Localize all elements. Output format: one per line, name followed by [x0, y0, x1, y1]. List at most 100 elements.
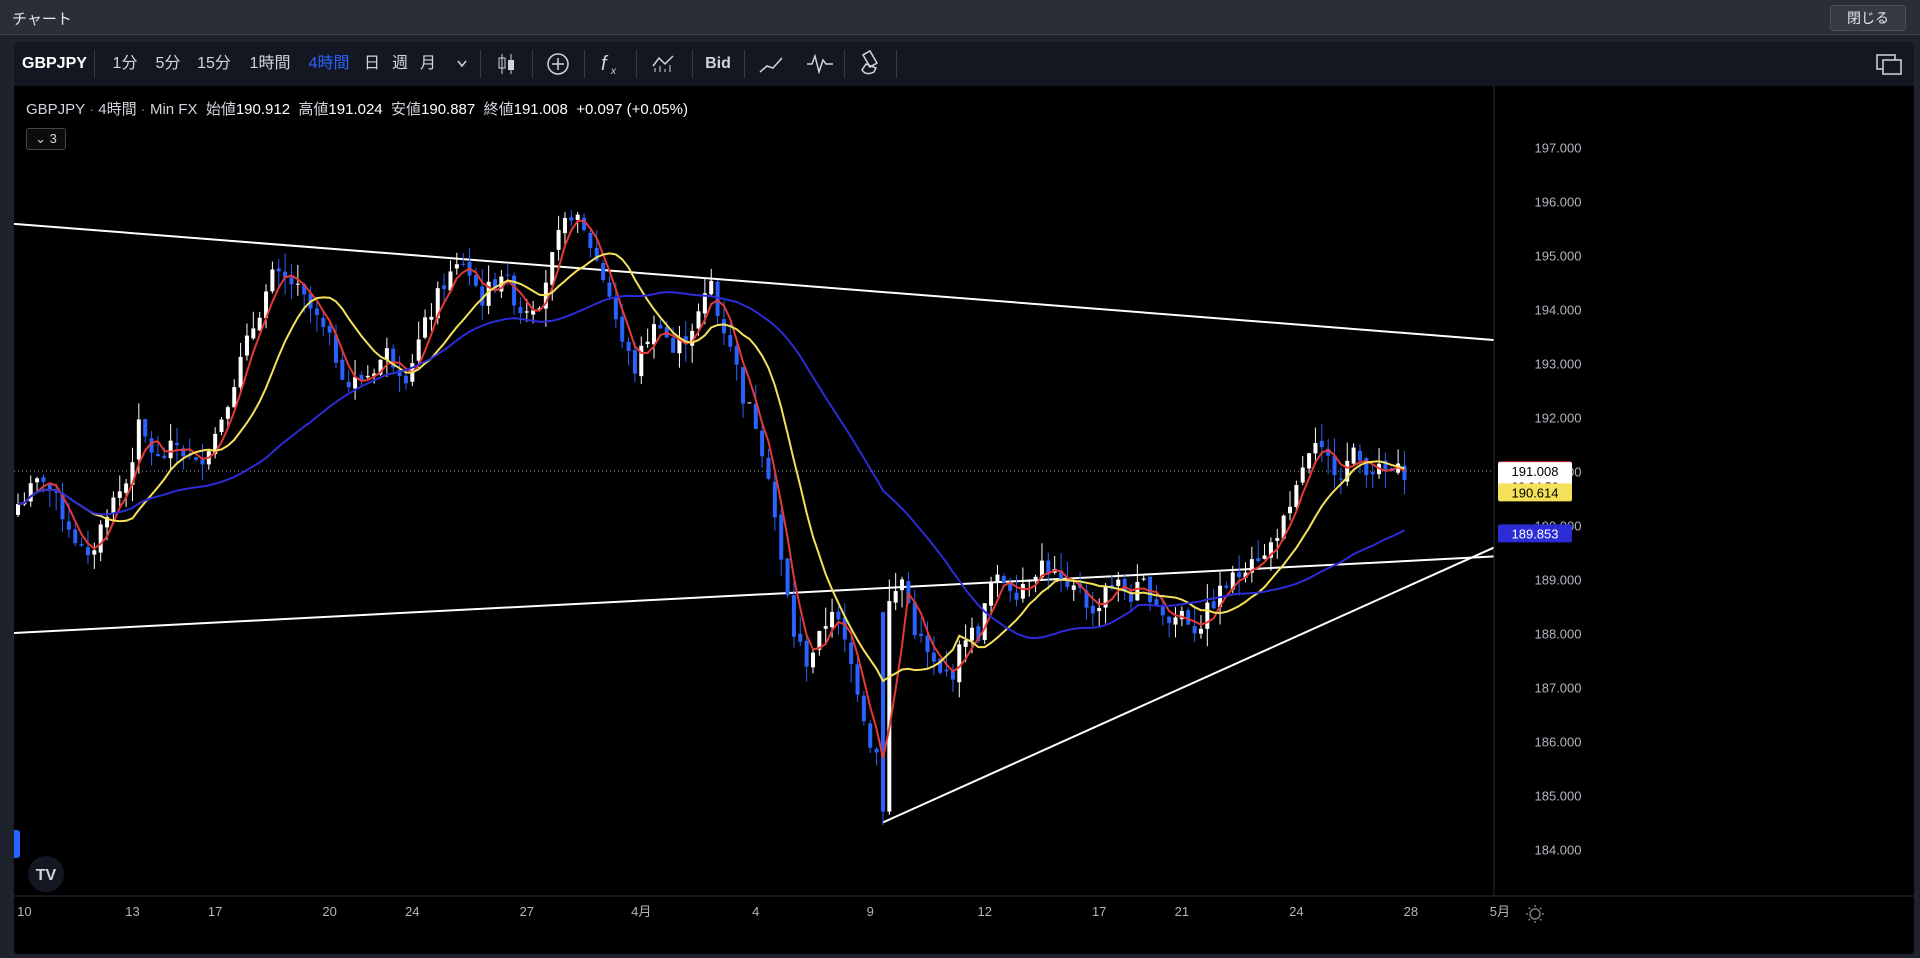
candle-body	[85, 547, 90, 556]
candle-body	[1090, 605, 1095, 614]
candle-body	[403, 375, 408, 384]
indicator-collapse-button[interactable]: ⌄ 3	[26, 128, 66, 150]
open-value: 190.912	[235, 101, 291, 118]
candle-body	[893, 591, 898, 603]
x-tick-label: 4	[752, 904, 759, 919]
candle-body	[601, 263, 606, 280]
candle-body	[1211, 601, 1216, 609]
candle-body	[1256, 558, 1261, 562]
low-value: 190.887	[421, 101, 476, 118]
candle-body	[79, 544, 84, 546]
bid-button[interactable]: Bid	[702, 42, 734, 86]
wave-icon[interactable]	[804, 42, 836, 86]
toolbar-divider	[94, 50, 95, 78]
toolbar-divider	[532, 50, 533, 78]
candle	[880, 611, 885, 826]
candle-body	[804, 640, 809, 667]
x-tick-label: 28	[1404, 904, 1418, 919]
candles-icon[interactable]	[490, 42, 522, 86]
interval-4h[interactable]: 4時間	[304, 42, 354, 86]
interval-15m[interactable]: 15分	[194, 42, 234, 86]
candle-body	[963, 640, 968, 647]
candle	[747, 402, 752, 404]
chart-frame: GBPJPY 1分 5分 15分 1時間 4時間 日 週 月 fx Bid 19…	[14, 42, 1914, 954]
candle-body	[92, 550, 97, 555]
toolbar-divider	[896, 50, 897, 78]
candle-body	[728, 335, 733, 347]
candle-body	[772, 481, 777, 518]
candle-body	[124, 483, 129, 493]
toolbar-divider	[480, 50, 481, 78]
chevron-down-icon[interactable]	[454, 42, 470, 86]
candle-body	[73, 529, 78, 544]
symbol-button[interactable]: GBPJPY	[22, 42, 87, 86]
candle-body	[175, 443, 179, 446]
bar-style-icon[interactable]	[648, 42, 680, 86]
candle-body	[295, 283, 300, 285]
interval-1m[interactable]: 1分	[110, 42, 140, 86]
interval-month[interactable]: 月	[418, 42, 438, 86]
x-tick-label: 9	[867, 904, 874, 919]
layout-icon[interactable]	[1872, 42, 1906, 86]
high-label: 高値	[298, 101, 329, 118]
x-tick-label: 21	[1175, 904, 1189, 919]
logo-mark: TV	[36, 867, 57, 884]
close-button[interactable]: 閉じる	[1830, 5, 1906, 31]
candle-body	[632, 350, 637, 374]
candle-body	[1300, 467, 1305, 483]
candle-body	[696, 311, 701, 329]
x-tick-label: 20	[322, 904, 336, 919]
candle-body	[143, 419, 148, 437]
candle-body	[836, 611, 841, 620]
candle-body	[1307, 453, 1312, 469]
candle-body	[518, 307, 523, 314]
candle-body	[155, 454, 160, 457]
candle-body	[314, 308, 319, 316]
y-tick-label: 197.000	[1535, 141, 1582, 156]
interval-5m[interactable]: 5分	[152, 42, 184, 86]
x-tick-label: 10	[17, 904, 31, 919]
candle-body	[588, 232, 593, 249]
interval-day[interactable]: 日	[362, 42, 382, 86]
candle-body	[117, 491, 122, 498]
candle-body	[760, 430, 765, 457]
candle-body	[861, 695, 866, 722]
candle-body	[970, 627, 974, 641]
interval-week[interactable]: 週	[390, 42, 410, 86]
candle-body	[416, 339, 421, 361]
y-tick-label: 189.000	[1535, 572, 1582, 587]
candle-body	[855, 664, 860, 695]
y-tick-label: 186.000	[1535, 734, 1582, 749]
close-value: 191.008	[513, 101, 568, 118]
x-tick-label: 12	[977, 904, 991, 919]
line-icon[interactable]	[756, 42, 788, 86]
candle-body	[1014, 592, 1019, 600]
brush-icon[interactable]	[854, 42, 886, 86]
candle-body	[200, 459, 205, 465]
y-tick-label: 184.000	[1535, 842, 1582, 857]
candle-body	[1262, 555, 1267, 559]
candle-body	[321, 317, 326, 327]
y-tick-label: 187.000	[1535, 680, 1582, 695]
change-percent: (+0.05%)	[626, 101, 688, 118]
y-tick-label: 196.000	[1535, 195, 1582, 210]
candle-body	[982, 603, 987, 641]
close-label: 終値	[483, 101, 514, 118]
candle-body	[880, 611, 885, 812]
candle-body	[327, 325, 332, 333]
candle-body	[652, 324, 656, 345]
candle-body	[346, 381, 351, 388]
candle-body	[1294, 484, 1299, 508]
price-chart[interactable]: 197.000 196.000 195.000 194.000 193.000 192.0…	[14, 86, 1914, 954]
candle-body	[900, 579, 905, 591]
candle-body	[1173, 617, 1178, 625]
add-indicator-icon[interactable]	[542, 42, 574, 86]
candle-body	[289, 277, 294, 285]
candle-body	[461, 263, 466, 265]
function-icon[interactable]: fx	[594, 42, 626, 86]
candle-body	[1027, 580, 1032, 582]
interval-1h[interactable]: 1時間	[244, 42, 296, 86]
y-tick-label: 193.000	[1535, 357, 1582, 372]
candle-body	[613, 297, 618, 320]
candle-body	[1148, 576, 1153, 603]
